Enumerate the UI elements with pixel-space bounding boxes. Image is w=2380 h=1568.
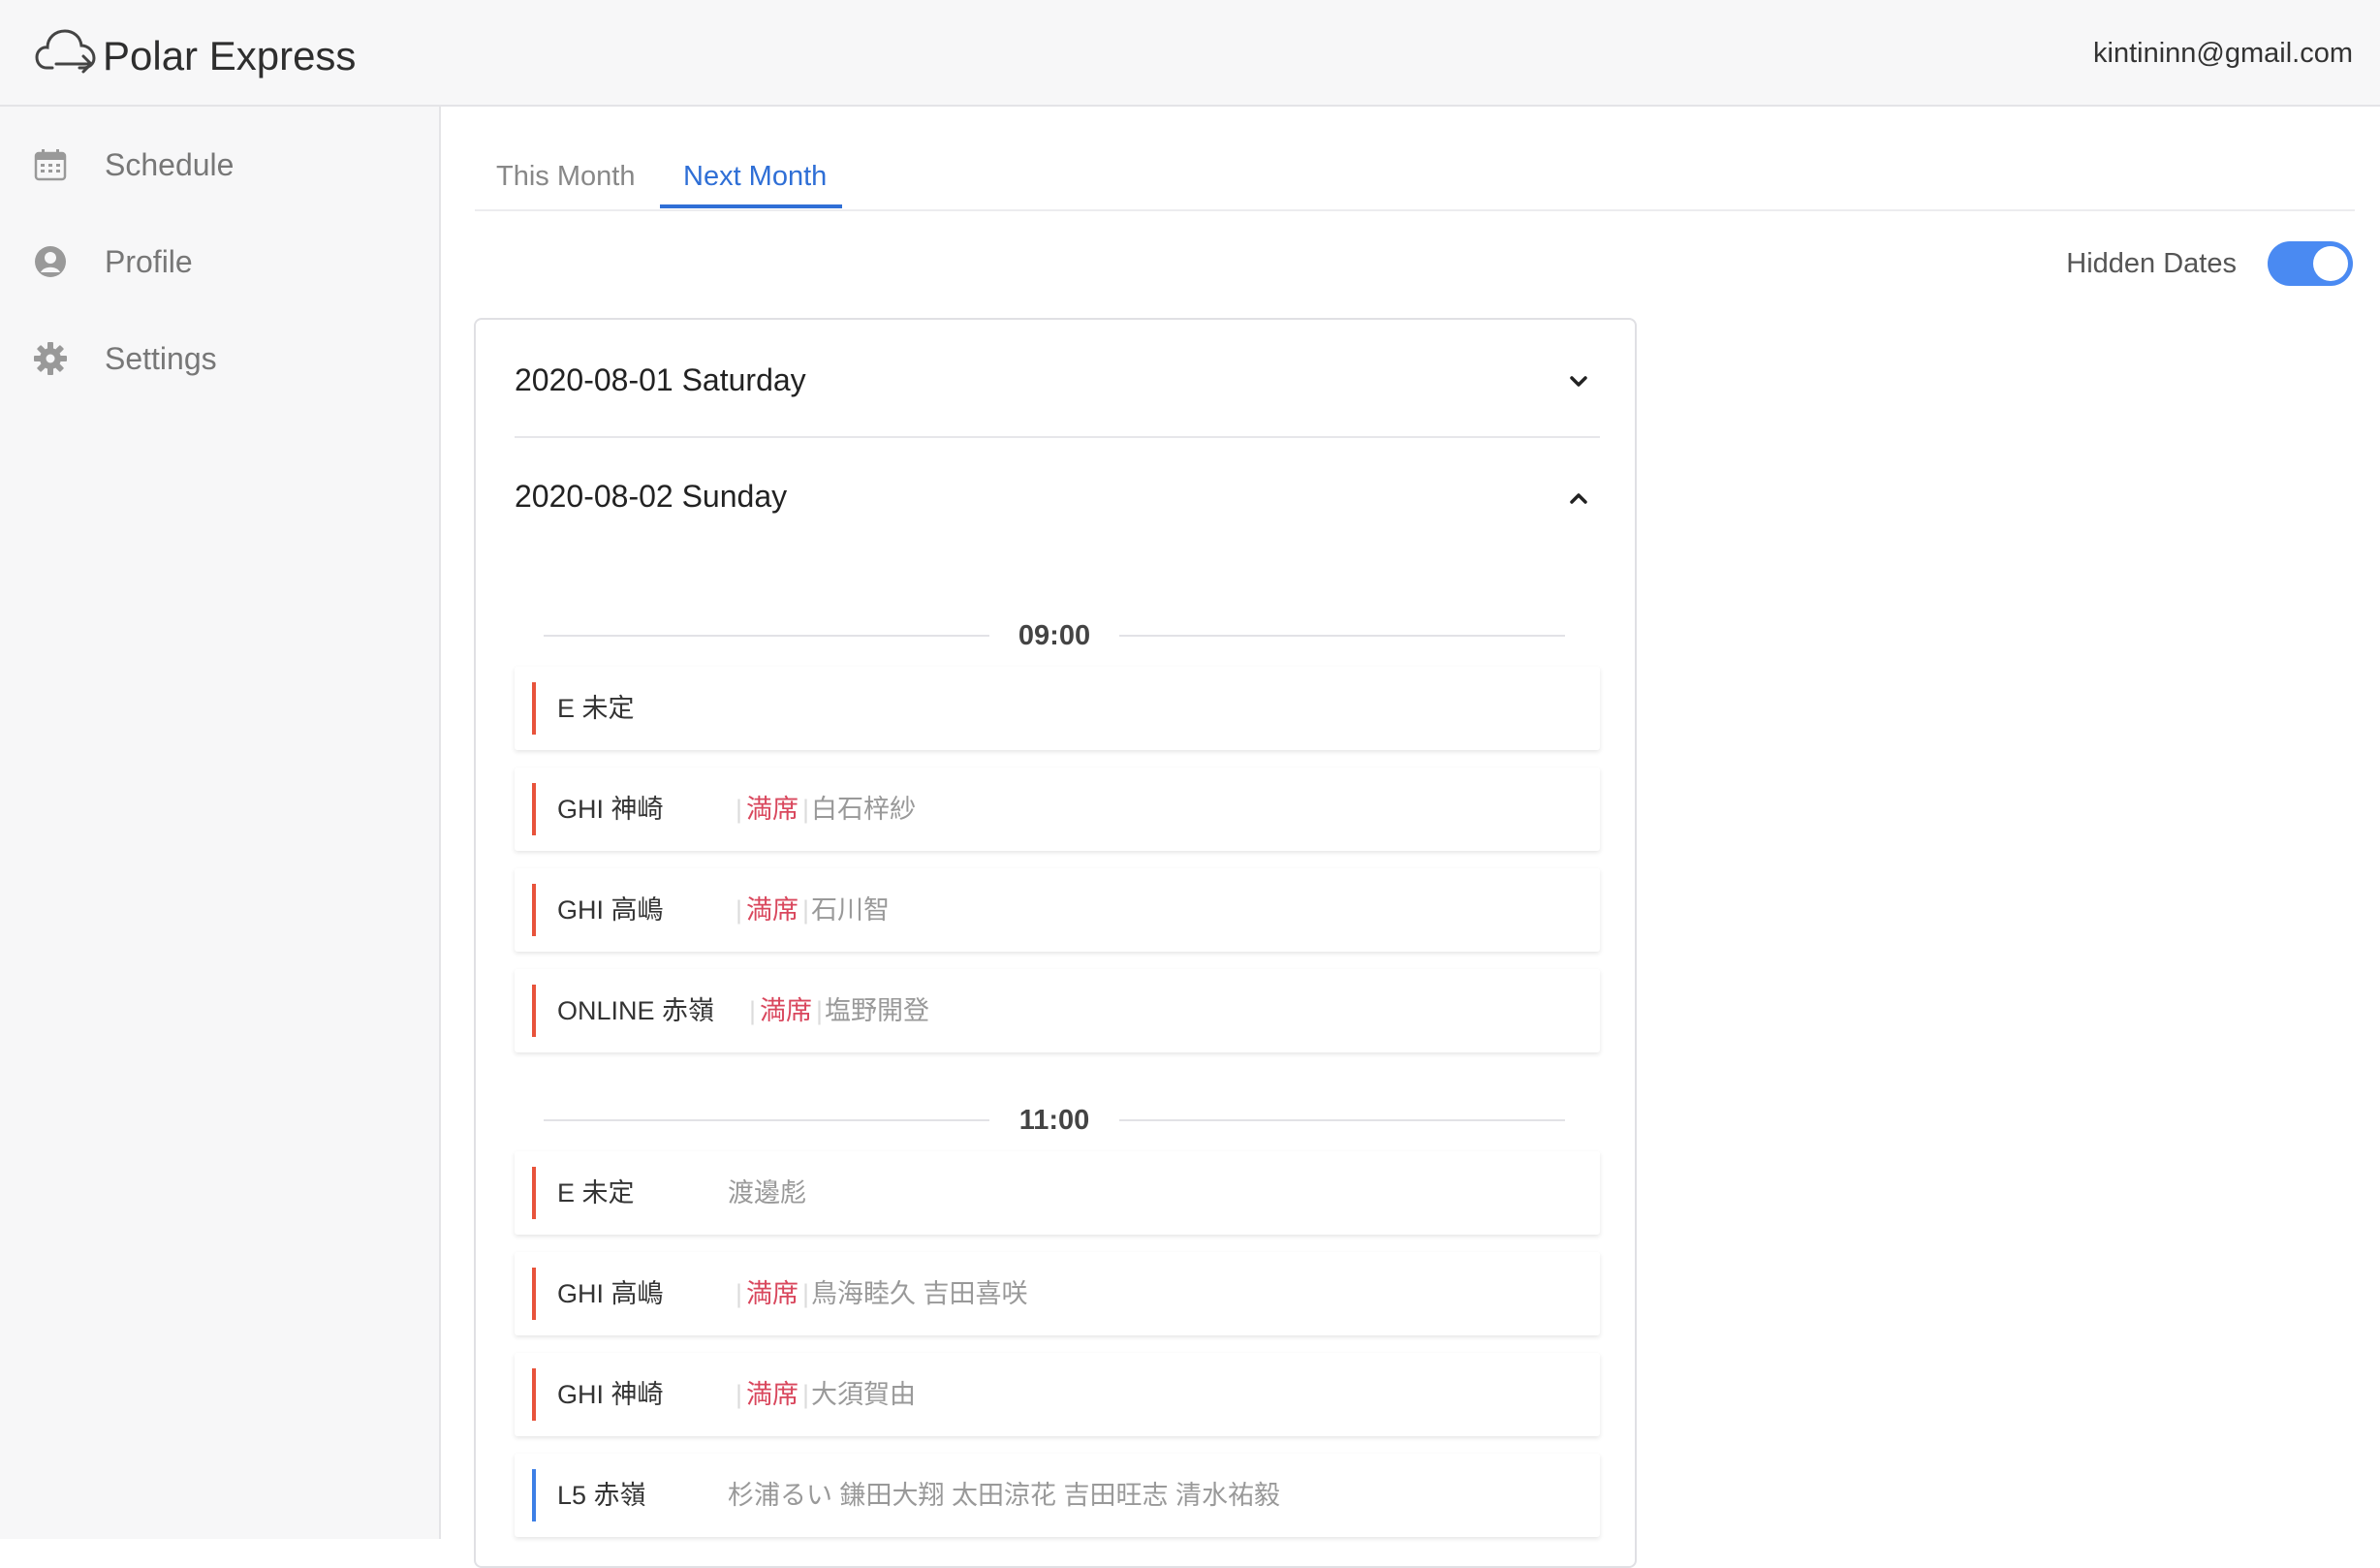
slot-names: 白石梓紗 — [811, 795, 916, 824]
slot-class: GHI 高嶋 — [557, 895, 664, 925]
cloud-logo-icon — [35, 29, 96, 74]
day-title: 2020-08-02 Sunday — [515, 479, 788, 514]
chevron-down-icon — [1570, 376, 1587, 387]
calendar-icon — [34, 149, 67, 181]
sidebar-item-label: Schedule — [105, 147, 235, 182]
slot-class: ONLINE 赤嶺 — [557, 996, 715, 1025]
month-tabs: This Month Next Month — [475, 145, 2355, 211]
lesson-slot[interactable]: ONLINE 赤嶺 満席 塩野開登 — [515, 969, 1600, 1052]
full-badge: 満席 — [736, 1275, 809, 1312]
lesson-slot[interactable]: E 未定 渡邊彪 — [515, 1151, 1600, 1235]
slot-indicator — [532, 884, 536, 936]
user-email[interactable]: kintininn@gmail.com — [2093, 33, 2353, 74]
sidebar-item-label: Settings — [105, 341, 217, 376]
slot-indicator — [532, 1368, 536, 1421]
lesson-slot[interactable]: GHI 高嶋 満席 鳥海睦久 吉田喜咲 — [515, 1252, 1600, 1335]
slot-class: E 未定 — [557, 694, 635, 723]
lesson-slot[interactable]: GHI 高嶋 満席 石川智 — [515, 868, 1600, 952]
slot-indicator — [532, 1268, 536, 1320]
sidebar: Schedule Profile Settings — [0, 107, 441, 1539]
slot-class: GHI 高嶋 — [557, 1279, 664, 1308]
time-separator: 09:00 — [544, 616, 1565, 655]
hidden-dates-label: Hidden Dates — [2066, 248, 2237, 279]
slot-indicator — [532, 1469, 536, 1521]
slot-class: GHI 神崎 — [557, 1380, 664, 1409]
slot-names: 石川智 — [811, 895, 890, 925]
day-title: 2020-08-01 Saturday — [515, 362, 806, 397]
sidebar-item-settings[interactable]: Settings — [0, 322, 441, 399]
active-tab-indicator — [660, 204, 842, 208]
user-circle-icon — [35, 246, 66, 277]
full-badge: 満席 — [736, 1376, 809, 1413]
full-badge: 満席 — [736, 791, 809, 828]
slot-names: 塩野開登 — [825, 996, 929, 1025]
slot-indicator — [532, 682, 536, 735]
sidebar-item-profile[interactable]: Profile — [0, 225, 441, 302]
lesson-slot[interactable]: L5 赤嶺 杉浦るい 鎌田大翔 太田涼花 吉田旺志 清水祐毅 — [515, 1454, 1600, 1537]
schedule-panel: 2020-08-01 Saturday 2020-08-02 Sunday 09… — [474, 318, 1637, 1568]
slot-indicator — [532, 1167, 536, 1219]
slot-names: 鳥海睦久 吉田喜咲 — [811, 1279, 1028, 1308]
brand-name: Polar Express — [103, 33, 357, 78]
tab-this-month[interactable]: This Month — [496, 157, 635, 196]
slot-names: 渡邊彪 — [728, 1178, 806, 1207]
hidden-dates-toggle[interactable] — [2268, 241, 2353, 286]
slot-class: GHI 神崎 — [557, 795, 664, 824]
lesson-slot[interactable]: GHI 神崎 満席 大須賀由 — [515, 1353, 1600, 1436]
day-header[interactable]: 2020-08-01 Saturday — [515, 341, 1600, 419]
full-badge: 満席 — [736, 892, 809, 928]
slot-class: L5 赤嶺 — [557, 1481, 646, 1510]
slot-names: 杉浦るい 鎌田大翔 太田涼花 吉田旺志 清水祐毅 — [728, 1481, 1281, 1510]
lesson-slot[interactable]: GHI 神崎 満席 白石梓紗 — [515, 768, 1600, 851]
sidebar-item-schedule[interactable]: Schedule — [0, 128, 441, 205]
sidebar-item-label: Profile — [105, 244, 193, 279]
day-divider — [515, 436, 1600, 438]
time-label: 11:00 — [1018, 1105, 1090, 1136]
app-header: Polar Express kintininn@gmail.com — [0, 0, 2380, 107]
chevron-up-icon — [1570, 493, 1587, 504]
lesson-slot[interactable]: E 未定 — [515, 667, 1600, 750]
day-header[interactable]: 2020-08-02 Sunday — [515, 457, 1600, 535]
time-label: 09:00 — [1018, 620, 1091, 651]
slot-class: E 未定 — [557, 1178, 635, 1207]
slot-names: 大須賀由 — [811, 1380, 916, 1409]
slot-indicator — [532, 985, 536, 1037]
tab-next-month[interactable]: Next Month — [683, 157, 827, 196]
full-badge: 満席 — [749, 992, 823, 1029]
toggle-knob — [2313, 246, 2348, 281]
gear-icon — [34, 342, 67, 375]
slot-indicator — [532, 783, 536, 835]
time-separator: 11:00 — [544, 1101, 1565, 1140]
